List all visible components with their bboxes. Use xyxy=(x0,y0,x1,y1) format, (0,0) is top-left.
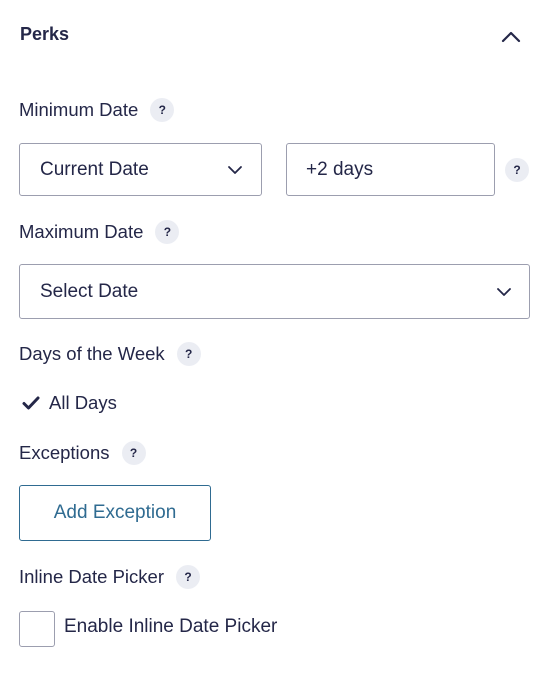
panel-title: Perks xyxy=(20,24,70,44)
maximum-date-label: Maximum Date xyxy=(19,221,144,242)
help-icon[interactable]: ? xyxy=(505,158,529,182)
maximum-date-label-row: Maximum Date ? xyxy=(19,220,180,244)
inline-date-picker-label-row: Inline Date Picker ? xyxy=(19,565,200,589)
minimum-date-select-value: Current Date xyxy=(40,158,149,180)
enable-inline-date-picker-checkbox[interactable] xyxy=(19,611,55,647)
help-icon[interactable]: ? xyxy=(150,98,175,122)
minimum-date-label-row: Minimum Date ? xyxy=(19,98,175,122)
maximum-date-select[interactable]: Select Date xyxy=(19,264,530,319)
chevron-down-icon xyxy=(497,287,511,296)
chevron-down-icon xyxy=(228,165,242,174)
help-icon[interactable]: ? xyxy=(176,342,201,366)
minimum-date-select[interactable]: Current Date xyxy=(19,143,262,196)
checkmark-icon xyxy=(22,396,40,410)
all-days-label: All Days xyxy=(49,392,117,413)
days-of-week-label-row: Days of the Week ? xyxy=(19,342,201,366)
help-icon[interactable]: ? xyxy=(175,565,200,589)
exceptions-label: Exceptions xyxy=(19,442,110,463)
help-icon[interactable]: ? xyxy=(155,220,180,244)
all-days-option[interactable]: All Days xyxy=(21,392,117,414)
minimum-date-modifier-input[interactable] xyxy=(286,143,495,196)
maximum-date-select-value: Select Date xyxy=(40,280,139,302)
panel-header[interactable]: Perks xyxy=(0,0,550,70)
help-icon[interactable]: ? xyxy=(121,441,146,465)
enable-inline-date-picker-label[interactable]: Enable Inline Date Picker xyxy=(64,616,277,638)
add-exception-button[interactable]: Add Exception xyxy=(19,485,211,541)
exceptions-label-row: Exceptions ? xyxy=(19,441,146,465)
inline-date-picker-label: Inline Date Picker xyxy=(19,566,164,587)
minimum-date-label: Minimum Date xyxy=(19,99,139,120)
days-of-week-label: Days of the Week xyxy=(19,343,165,364)
chevron-up-icon[interactable] xyxy=(498,24,524,50)
